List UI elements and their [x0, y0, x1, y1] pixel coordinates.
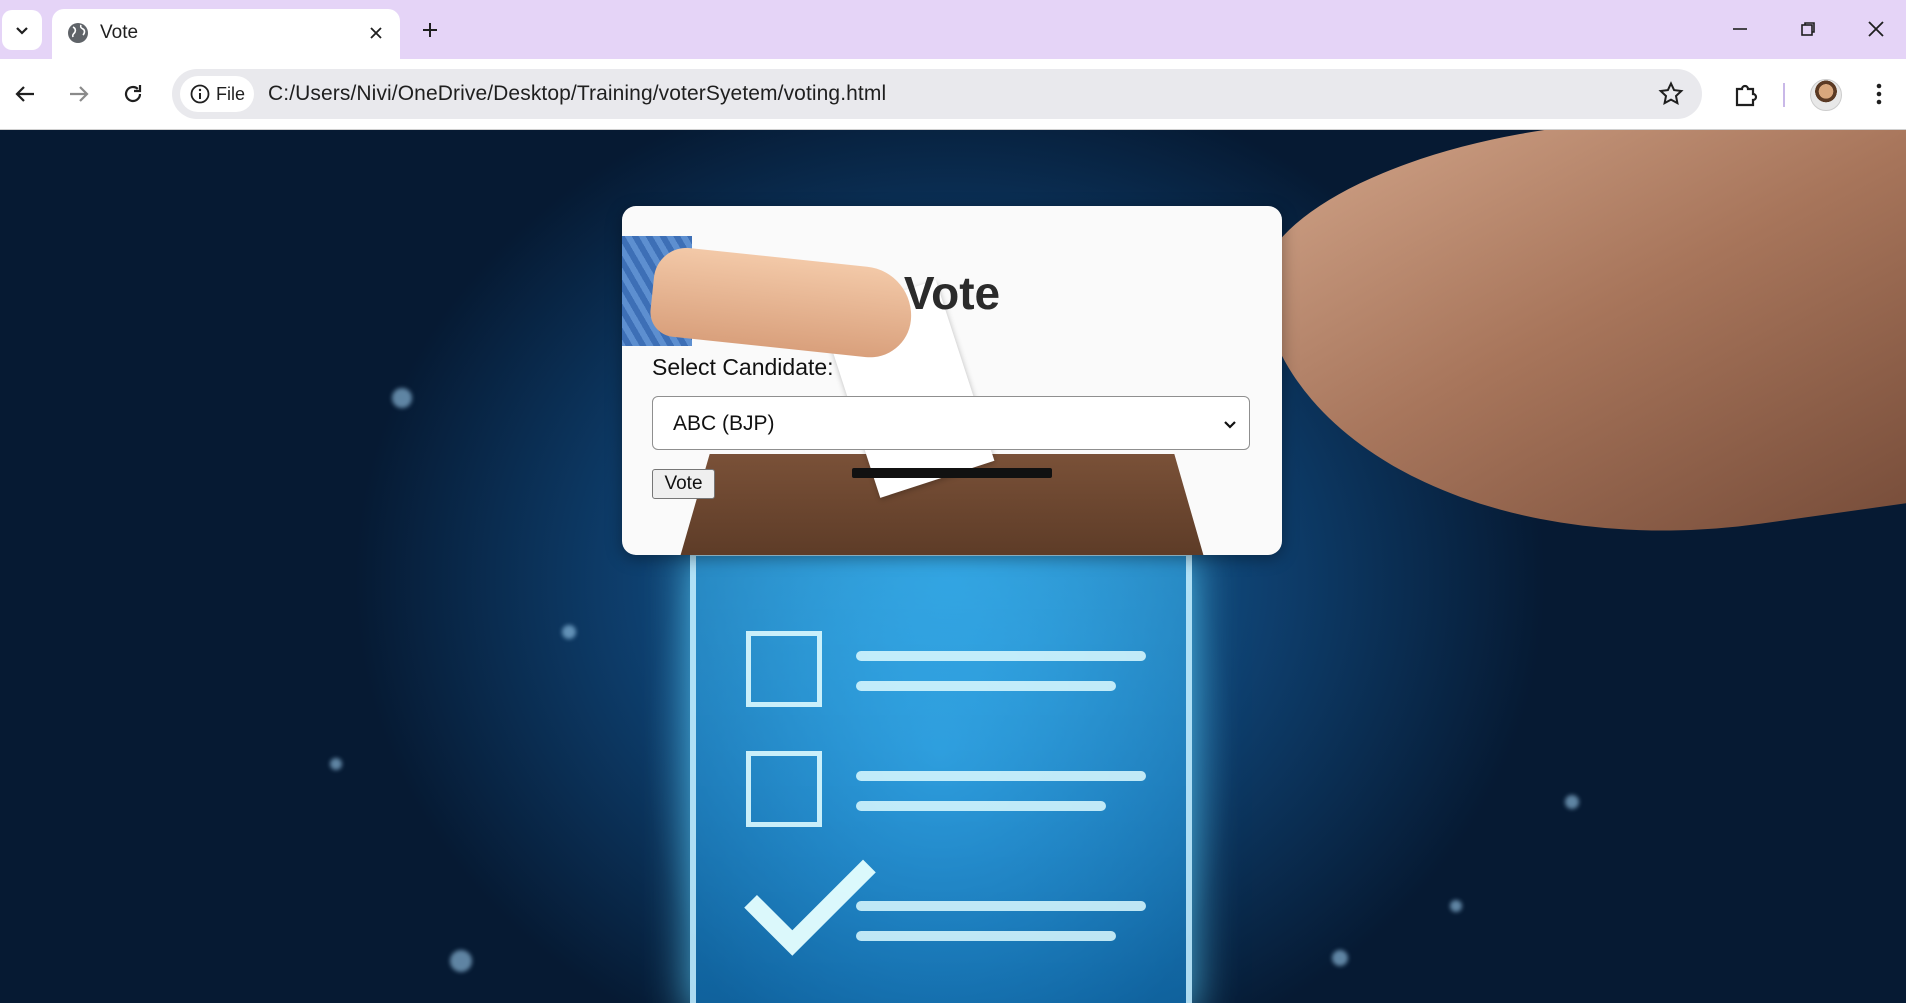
site-info-label: File	[216, 83, 246, 104]
vote-form: Vote Select Candidate: ABC (BJP) Vote	[622, 206, 1282, 555]
line-graphic	[856, 681, 1116, 691]
line-graphic	[856, 651, 1146, 661]
page-background: Vote Select Candidate: ABC (BJP) Vote	[0, 130, 1906, 1003]
checkbox-graphic	[746, 751, 822, 827]
line-graphic	[856, 771, 1146, 781]
url-text[interactable]: C:/Users/Nivi/OneDrive/Desktop/Training/…	[268, 82, 886, 106]
tab-vote[interactable]: Vote	[52, 9, 400, 59]
new-tab-button[interactable]	[414, 14, 446, 46]
ballot-checklist-illustration	[690, 550, 1192, 1003]
profile-avatar[interactable]	[1810, 79, 1842, 111]
minimize-button[interactable]	[1716, 10, 1764, 48]
chevron-down-icon	[16, 27, 28, 35]
minimize-icon	[1733, 28, 1747, 30]
vote-button[interactable]: Vote	[652, 469, 715, 499]
bokeh-dot	[1450, 900, 1462, 912]
tab-search-button[interactable]	[2, 10, 42, 50]
bokeh-dot	[1565, 795, 1579, 809]
kebab-icon	[1876, 83, 1882, 105]
restore-icon	[1801, 22, 1815, 36]
arrow-right-icon	[70, 86, 89, 102]
bokeh-dot	[562, 625, 576, 639]
arrow-left-icon	[15, 86, 34, 102]
bokeh-dot	[1332, 950, 1348, 966]
select-candidate-label: Select Candidate:	[652, 354, 834, 380]
bokeh-dot	[450, 950, 472, 972]
candidate-select-value: ABC (BJP)	[673, 412, 775, 435]
close-window-button[interactable]	[1852, 10, 1900, 48]
restore-button[interactable]	[1784, 10, 1832, 48]
line-graphic	[856, 931, 1116, 941]
bokeh-dot	[330, 758, 342, 770]
reload-button[interactable]	[114, 75, 152, 113]
candidate-select[interactable]: ABC (BJP)	[652, 396, 1250, 450]
toolbar-divider	[1783, 83, 1785, 107]
info-icon	[190, 84, 210, 104]
vote-card: Vote Select Candidate: ABC (BJP) Vote	[622, 206, 1282, 555]
site-info-chip[interactable]: File	[180, 76, 254, 112]
page-title: Vote	[903, 267, 1001, 319]
plus-icon	[423, 23, 437, 37]
forward-button[interactable]	[60, 75, 98, 113]
close-icon	[370, 27, 382, 39]
tab-close-button[interactable]	[364, 21, 388, 45]
star-icon[interactable]	[1658, 81, 1684, 107]
address-bar[interactable]: File C:/Users/Nivi/OneDrive/Desktop/Trai…	[172, 69, 1702, 119]
browser-toolbar: File C:/Users/Nivi/OneDrive/Desktop/Trai…	[0, 59, 1906, 130]
line-graphic	[856, 801, 1106, 811]
hand-illustration	[1244, 130, 1906, 589]
extensions-button[interactable]	[1728, 75, 1764, 113]
tab-strip: Vote	[0, 0, 1906, 59]
back-button[interactable]	[6, 75, 44, 113]
browser-menu-button[interactable]	[1864, 75, 1894, 113]
chevron-down-icon	[1224, 421, 1236, 429]
bokeh-dot	[392, 388, 412, 408]
line-graphic	[856, 901, 1146, 911]
checkbox-graphic	[746, 631, 822, 707]
globe-icon	[68, 23, 88, 43]
tab-title: Vote	[100, 22, 139, 43]
puzzle-icon	[1735, 84, 1758, 107]
reload-icon	[124, 85, 142, 103]
close-icon	[1868, 21, 1884, 37]
